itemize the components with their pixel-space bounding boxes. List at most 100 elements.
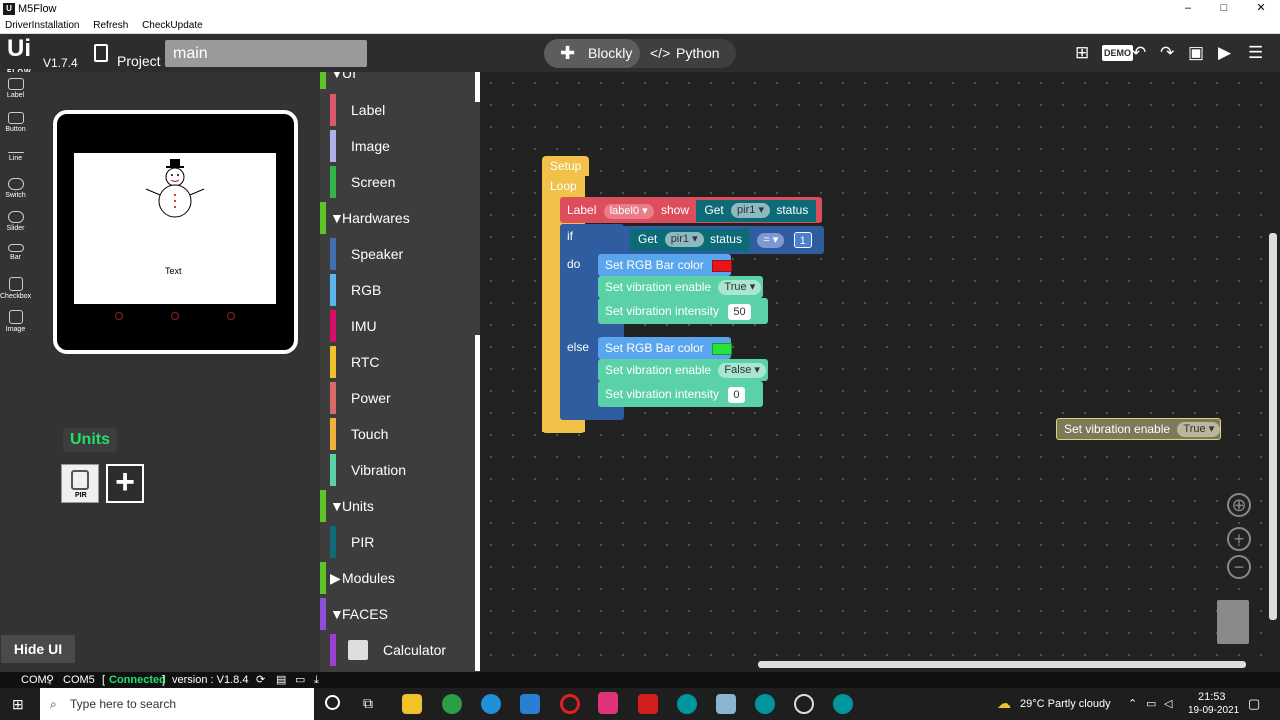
opera-icon[interactable] (560, 694, 580, 714)
cortana-icon[interactable] (325, 695, 340, 710)
enable-dropdown[interactable]: True ▾ (1177, 422, 1221, 438)
enable-dropdown[interactable]: True ▾ (718, 280, 762, 296)
vibration-enable-block-do[interactable]: Set vibration enable True ▾ (598, 276, 763, 298)
new-file-icon[interactable]: ⊞ (1075, 43, 1089, 63)
add-unit-button[interactable]: + (106, 464, 144, 503)
taskbar-search[interactable]: ⌕ Type here to search (40, 688, 314, 720)
zoom-out-icon[interactable]: − (1227, 555, 1251, 579)
project-file-icon[interactable] (94, 44, 108, 62)
setup-block[interactable]: Setup (542, 156, 589, 176)
toolbox-item-label[interactable]: Label (320, 92, 475, 128)
toolbox-item-vibration[interactable]: Vibration (320, 452, 475, 488)
get-pir-status-block[interactable]: Get pir1 ▾ status (696, 200, 817, 222)
rgb-color-block-else[interactable]: Set RGB Bar color (598, 337, 732, 359)
obs-icon[interactable] (794, 694, 814, 714)
zoom-in-icon[interactable]: + (1227, 527, 1251, 551)
widget-button[interactable]: Button (0, 112, 31, 133)
uiflow-taskbar-icon[interactable] (598, 692, 618, 714)
menu-icon[interactable]: ☰ (1248, 43, 1263, 63)
intensity-input[interactable]: 0 (728, 386, 745, 403)
toolbox-item-imu[interactable]: IMU (320, 308, 475, 344)
workspace-vertical-scrollbar[interactable] (1269, 233, 1277, 620)
floating-vibration-enable-block[interactable]: Set vibration enable True ▾ (1056, 418, 1221, 440)
menu-refresh[interactable]: Refresh (93, 18, 128, 33)
workspace-horizontal-scrollbar[interactable] (758, 661, 1246, 668)
tab-blockly[interactable]: ✚ Blockly (544, 39, 640, 68)
widget-line[interactable]: Line (0, 146, 31, 162)
chrome-icon[interactable] (442, 694, 462, 714)
demo-icon[interactable]: DEMO (1102, 45, 1133, 61)
vibration-intensity-block-do[interactable]: Set vibration intensity 50 (598, 298, 768, 324)
toolbox-category-ui[interactable]: ▼ UI (320, 72, 475, 91)
hide-ui-button[interactable]: Hide UI (1, 635, 75, 663)
widget-checkbox[interactable]: Checkbox (0, 277, 31, 300)
close-button[interactable]: ✕ (1243, 0, 1279, 18)
undo-icon[interactable]: ↶ (1132, 43, 1146, 63)
widget-switch[interactable]: Switch (0, 178, 31, 199)
notification-icon[interactable]: ▢ (1248, 696, 1260, 712)
widget-bar[interactable]: Bar (0, 244, 31, 261)
widget-label[interactable]: Label (0, 78, 31, 99)
toolbox-item-image[interactable]: Image (320, 128, 475, 164)
pir-var-dropdown[interactable]: pir1 ▾ (664, 232, 704, 248)
notepad-icon[interactable] (716, 694, 736, 714)
operator-dropdown[interactable]: = ▾ (757, 232, 785, 248)
arduino-icon-2[interactable] (755, 694, 775, 714)
clock-date[interactable]: 19-09-2021 (1188, 705, 1239, 716)
sync-icon[interactable]: ⟳ (256, 672, 265, 688)
project-name-input[interactable]: main (165, 40, 367, 67)
unit-pir-tile[interactable]: PIR (61, 464, 99, 503)
tab-python[interactable]: </> Python (648, 39, 720, 68)
compare-value-input[interactable]: 1 (793, 232, 812, 248)
vibration-intensity-block-else[interactable]: Set vibration intensity 0 (598, 381, 763, 407)
recenter-icon[interactable]: ⊕ (1227, 493, 1251, 517)
toolbox-item-rtc[interactable]: RTC (320, 344, 475, 380)
toolbox-item-calculator[interactable]: Calculator (320, 632, 475, 668)
tray-chevron-icon[interactable]: ⌃ (1128, 697, 1137, 710)
device-icon[interactable]: ▣ (1188, 43, 1204, 63)
toolbox-item-power[interactable]: Power (320, 380, 475, 416)
task-view-icon[interactable]: ⧉ (363, 695, 373, 712)
color-swatch-green[interactable] (711, 342, 732, 355)
run-icon[interactable]: ▶ (1218, 43, 1231, 63)
download-icon[interactable]: ⤓ (314, 672, 319, 688)
label-show-block[interactable]: Label label0 ▾ show Get pir1 ▾ status (560, 197, 822, 223)
toolbox-category-modules[interactable]: ▶ Modules (320, 560, 475, 596)
clock-time[interactable]: 21:53 (1198, 691, 1226, 703)
pir-var-dropdown[interactable]: pir1 ▾ (731, 203, 770, 219)
file-explorer-icon[interactable] (402, 694, 422, 714)
widget-image[interactable]: Image (0, 310, 31, 333)
open-folder-icon[interactable]: ▭ (295, 672, 305, 688)
label-var-dropdown[interactable]: label0 ▾ (603, 203, 654, 219)
toolbox-item-touch[interactable]: Touch (320, 416, 475, 452)
vscode-icon[interactable] (520, 694, 540, 714)
toolbox-item-screen[interactable]: Screen (320, 164, 475, 200)
menu-check-update[interactable]: CheckUpdate (142, 18, 203, 33)
toolbox-item-pir[interactable]: PIR (320, 524, 475, 560)
edge-icon[interactable] (481, 694, 501, 714)
com-port[interactable]: COM5 (63, 672, 95, 688)
enable-dropdown[interactable]: False ▾ (718, 363, 766, 379)
vibration-enable-block-else[interactable]: Set vibration enable False ▾ (598, 359, 768, 381)
volume-icon[interactable]: ◁ (1164, 697, 1172, 710)
redo-icon[interactable]: ↷ (1160, 43, 1174, 63)
windows-start-icon[interactable]: ⊞ (12, 696, 24, 713)
menu-driver-installation[interactable]: DriverInstallation (5, 18, 79, 33)
compare-block[interactable]: Get pir1 ▾ status = ▾ 1 (620, 226, 824, 254)
arduino-icon-3[interactable] (833, 694, 853, 714)
device-screen[interactable]: Text (74, 153, 276, 304)
arduino-icon[interactable] (677, 694, 697, 714)
project-label[interactable]: Project (117, 53, 161, 69)
toolbox-category-faces[interactable]: ▼ FACES (320, 596, 475, 632)
acrobat-icon[interactable] (638, 694, 658, 714)
toolbox-item-rgb[interactable]: RGB (320, 272, 475, 308)
network-icon[interactable]: ▭ (1146, 697, 1156, 710)
color-swatch-red[interactable] (711, 259, 732, 272)
rgb-color-block-do[interactable]: Set RGB Bar color (598, 254, 732, 276)
toolbox-category-units[interactable]: ▼ Units (320, 488, 475, 524)
if-get-pir-status-block[interactable]: Get pir1 ▾ status (630, 229, 750, 251)
minimize-button[interactable]: – (1170, 0, 1206, 18)
save-icon[interactable]: ▤ (276, 672, 286, 688)
trash-icon[interactable] (1217, 600, 1249, 644)
toolbox-item-speaker[interactable]: Speaker (320, 236, 475, 272)
